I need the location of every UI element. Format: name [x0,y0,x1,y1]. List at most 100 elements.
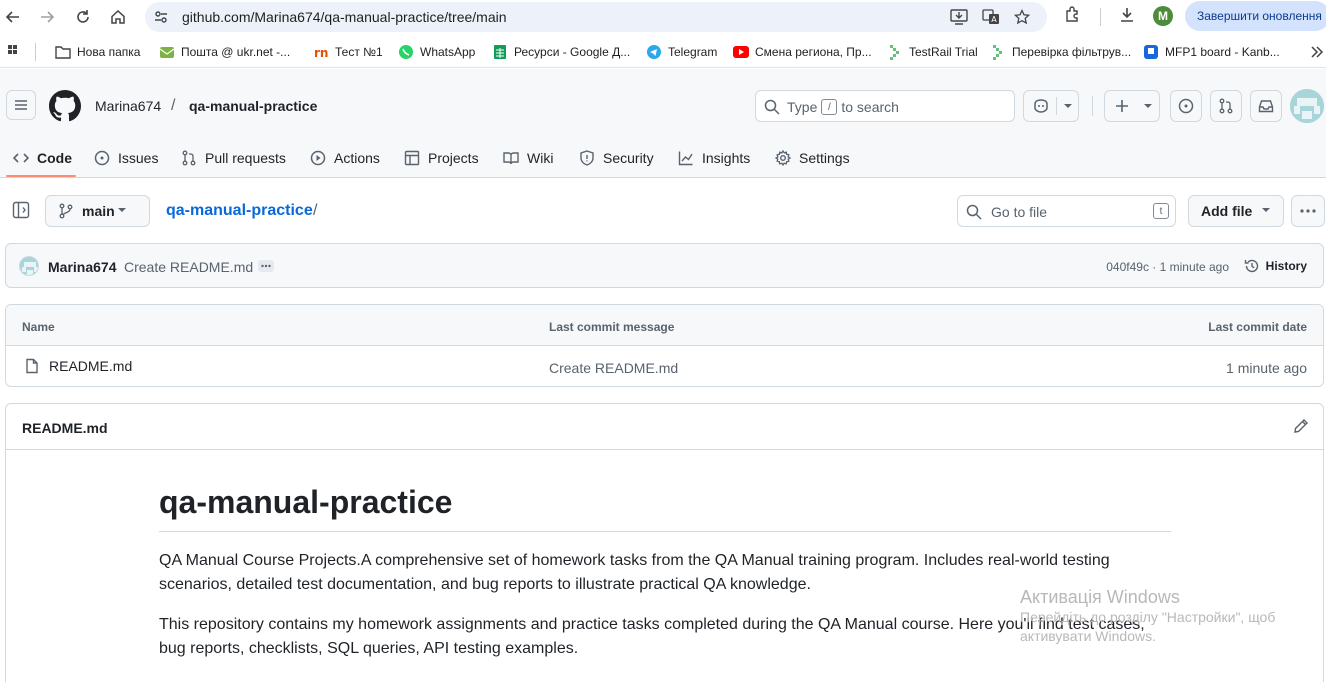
bookmark-item[interactable]: Ресурси - Google Д... [492,44,630,60]
column-header-last-commit-date: Last commit date [1208,320,1307,334]
install-app-icon[interactable] [950,9,968,25]
tab-projects[interactable]: Projects [404,139,479,177]
identicon-icon [20,257,38,275]
chevron-down-icon [1144,104,1152,108]
latest-commit-bar: Marina674 Create README.md 040f49c · 1 m… [5,243,1324,288]
reload-button[interactable] [70,4,96,30]
arrow-right-icon [41,11,55,23]
tab-label: Actions [334,150,380,166]
arrow-left-icon [5,11,19,23]
menu-button[interactable] [6,90,36,120]
commit-author[interactable]: Marina674 [48,259,116,275]
update-browser-button[interactable]: Завершити оновлення [1185,1,1326,31]
bookmark-label: WhatsApp [420,45,476,59]
jira-icon [1143,44,1159,60]
pull-request-icon [1219,98,1233,114]
translate-icon[interactable]: A [982,9,1000,25]
tab-security[interactable]: Security [579,139,654,177]
file-commit-message[interactable]: Create README.md [549,360,678,376]
testrail-icon [887,44,903,60]
gear-icon [775,150,791,166]
bookmark-star-icon[interactable] [1014,9,1030,25]
github-logo-icon[interactable] [49,90,81,122]
tab-insights[interactable]: Insights [678,139,750,177]
testrail-icon [990,44,1006,60]
breadcrumb-repo[interactable]: qa-manual-practice [189,98,317,114]
git-branch-icon [59,203,73,219]
more-bookmarks-icon[interactable] [1310,45,1324,59]
bookmark-label: TestRail Trial [909,45,978,59]
file-link[interactable]: README.md [24,358,132,374]
edit-pencil-icon[interactable] [1293,418,1309,434]
forward-button[interactable] [34,4,60,30]
bookmark-item[interactable]: rn Тест №1 [313,44,383,60]
pull-requests-button[interactable] [1210,90,1242,122]
bookmarks-divider [35,43,36,61]
commit-details-toggle[interactable] [258,260,274,272]
go-to-file-input[interactable]: Go to file t [957,195,1176,227]
bookmarks-bar: Нова папка Пошта @ ukr.net -... rn Тест … [0,36,1326,68]
bookmark-item[interactable]: Пошта @ ukr.net -... [159,44,290,60]
extensions-icon[interactable] [1064,6,1082,24]
bookmark-item[interactable]: Перевірка фільтрув... [990,44,1131,60]
tab-label: Code [37,150,72,166]
folder-icon [55,44,71,60]
back-button[interactable] [0,4,26,30]
side-panel-toggle-icon[interactable] [12,201,30,219]
bookmark-item[interactable]: Telegram [646,44,717,60]
history-link[interactable]: History [1244,258,1307,274]
inbox-button[interactable] [1250,90,1282,122]
readme-title[interactable]: README.md [22,420,108,436]
bookmark-item[interactable]: MFP1 board - Kanb... [1143,44,1280,60]
tab-label: Projects [428,150,479,166]
tab-settings[interactable]: Settings [775,139,850,177]
play-icon [310,150,326,166]
column-header-last-commit-message: Last commit message [549,320,675,334]
bookmark-label: Тест №1 [335,45,383,59]
copilot-button[interactable] [1023,90,1079,122]
bookmark-item[interactable]: Нова папка [55,44,140,60]
youtube-icon [733,44,749,60]
address-bar[interactable]: github.com/Marina674/qa-manual-practice/… [145,2,1047,32]
breadcrumb-owner[interactable]: Marina674 [95,98,161,114]
site-settings-icon[interactable] [153,9,169,25]
code-icon [13,153,29,163]
tab-label: Issues [118,150,159,166]
chevron-down-icon [1262,208,1270,212]
commit-message[interactable]: Create README.md [124,259,253,275]
readme-paragraph: This repository contains my homework ass… [159,616,1145,657]
downloads-icon[interactable] [1118,6,1136,24]
bookmark-item[interactable]: Смена региона, Пр... [733,44,872,60]
table-icon [404,150,420,166]
commit-author-avatar[interactable] [19,256,39,276]
table-header: Name Last commit message Last commit dat… [6,305,1323,346]
profile-avatar[interactable]: M [1153,6,1173,26]
tab-issues[interactable]: Issues [94,139,158,177]
tab-pull-requests[interactable]: Pull requests [181,139,286,177]
user-avatar[interactable] [1290,89,1324,123]
more-options-button[interactable] [1291,195,1325,227]
branch-selector-button[interactable]: main [45,195,150,227]
repo-root-link[interactable]: qa-manual-practice [166,202,313,220]
commit-sha-and-time[interactable]: 040f49c · 1 minute ago [1106,260,1229,274]
graph-icon [678,151,693,166]
home-button[interactable] [105,4,131,30]
tab-wiki[interactable]: Wiki [503,139,553,177]
history-icon [1244,259,1258,273]
add-file-button[interactable]: Add file [1188,195,1284,227]
tab-code[interactable]: Code [13,139,72,177]
table-row: README.md Create README.md 1 minute ago [6,346,1323,386]
search-input[interactable]: Type / to search [755,90,1015,122]
bookmark-item[interactable]: TestRail Trial [887,44,978,60]
tab-actions[interactable]: Actions [310,139,380,177]
bookmark-label: Перевірка фільтрув... [1012,45,1132,59]
bookmark-label: Смена региона, Пр... [755,45,872,59]
apps-grid-icon[interactable] [7,44,23,60]
reload-icon [77,10,89,23]
create-new-button[interactable] [1104,90,1160,122]
go-to-file-shortcut: t [1153,203,1169,219]
bookmark-item[interactable]: WhatsApp [398,44,475,60]
issues-button[interactable] [1170,90,1202,122]
book-icon [503,152,519,165]
issue-icon [94,150,110,166]
